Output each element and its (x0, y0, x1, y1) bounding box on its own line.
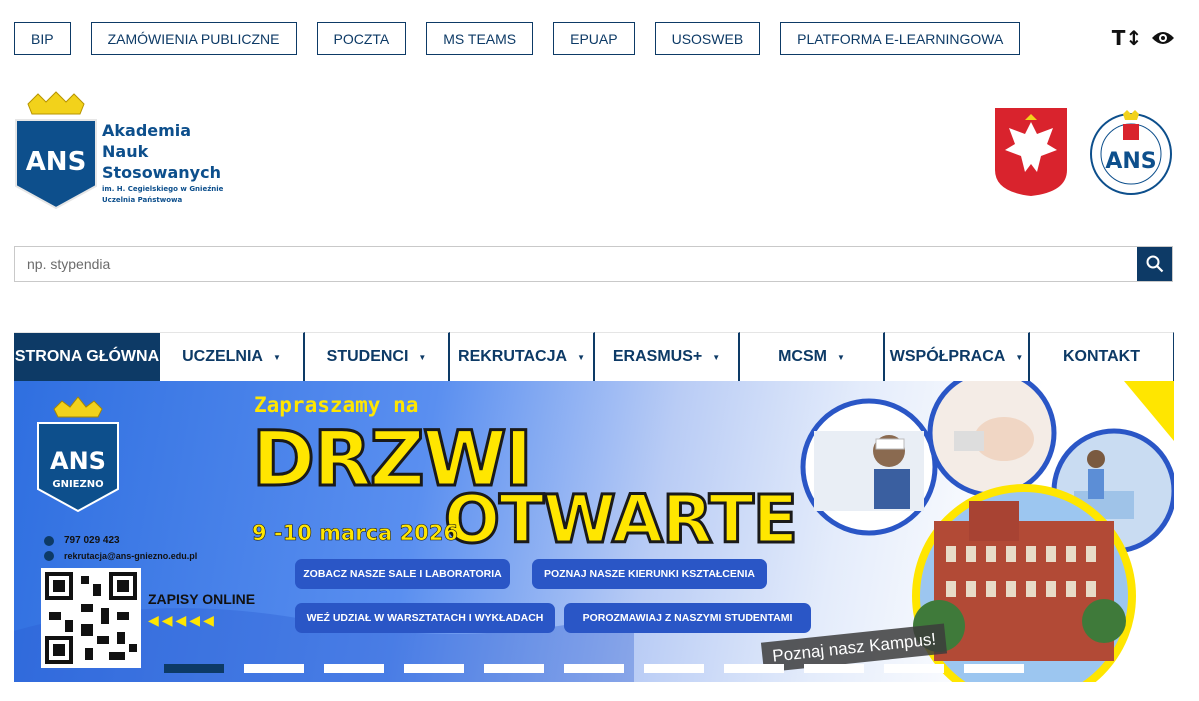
nav-label: WSPÓŁPRACA (889, 348, 1006, 365)
slider-dot[interactable] (404, 664, 464, 673)
search-icon (1146, 255, 1163, 273)
banner-title-otwarte: OTWARTE (442, 481, 799, 558)
caret-down-icon: ▼ (712, 352, 721, 362)
svg-text:ANS: ANS (50, 447, 106, 475)
mail-icon (44, 551, 54, 561)
nav-label: ERASMUS+ (612, 348, 703, 365)
caret-down-icon: ▼ (418, 352, 427, 362)
email-text: rekrutacja@ans-gniezno.edu.pl (64, 551, 198, 561)
pill-studenci[interactable]: POROZMAWIAJ Z NASZYMI STUDENTAMI (564, 603, 811, 633)
slider-dot[interactable] (164, 664, 224, 673)
slider-dot[interactable] (564, 664, 624, 673)
phone-icon (44, 535, 54, 546)
photo-cosmetology-circle (927, 381, 1057, 498)
nav-kontakt[interactable]: KONTAKT (1030, 332, 1174, 381)
logo-sub-1: im. H. Cegielskiego w Gnieźnie (102, 185, 224, 193)
banner-email: rekrutacja@ans-gniezno.edu.pl (44, 551, 197, 561)
eye-icon[interactable] (1151, 26, 1175, 50)
qr-code (41, 568, 141, 668)
caret-down-icon: ▼ (272, 352, 281, 362)
qr-code-icon (41, 568, 141, 668)
banner-zapisy: ZAPISY ONLINE (148, 591, 256, 607)
pill-warsztaty[interactable]: WEŹ UDZIAŁ W WARSZTATACH I WYKŁADACH (295, 603, 555, 633)
slider-dot[interactable] (244, 664, 304, 673)
nav-mcsm[interactable]: MCSM ▼ (740, 332, 885, 381)
phone-text: 797 029 423 (64, 535, 120, 546)
svg-text:ANS: ANS (1105, 149, 1156, 174)
slider-dot[interactable] (884, 664, 944, 673)
caret-down-icon: ▼ (836, 352, 845, 362)
accessibility-tools: T↕ (1112, 26, 1175, 50)
hero-banner[interactable]: ANS GNIEZNO Zapraszamy na DRZWI OTWARTE … (14, 381, 1174, 682)
toplink-epuap[interactable]: EPUAP (553, 22, 635, 55)
caret-down-icon: ▼ (577, 352, 585, 362)
slider-dot[interactable] (484, 664, 544, 673)
logo-line-2: Nauk (102, 142, 149, 161)
banner-phone: 797 029 423 (44, 535, 120, 546)
nav-studenci[interactable]: STUDENCI ▼ (305, 332, 450, 381)
search-input[interactable] (15, 247, 1137, 281)
toplink-zamowienia[interactable]: ZAMÓWIENIA PUBLICZNE (90, 22, 297, 55)
slider-dot[interactable] (644, 664, 704, 673)
nav-strona-glowna[interactable]: STRONA GŁÓWNA (14, 332, 160, 381)
pill-sale-laboratoria[interactable]: ZOBACZ NASZE SALE I LABORATORIA (295, 559, 510, 589)
ans-round-seal-icon: ANS (1090, 110, 1172, 195)
nav-erasmus[interactable]: ERASMUS+ ▼ (595, 332, 740, 381)
svg-text:ANS: ANS (26, 147, 87, 177)
nav-label: UCZELNIA (182, 348, 263, 365)
caret-down-icon: ▼ (1015, 352, 1024, 362)
ans-gniezno-badge-icon: ANS GNIEZNO (37, 396, 119, 513)
top-links-bar: BIP ZAMÓWIENIA PUBLICZNE POCZTA MS TEAMS… (14, 22, 1021, 55)
banner-date: 9 -10 marca 2026 (252, 521, 459, 546)
logo-line-1: Akademia (102, 121, 192, 140)
slider-dot[interactable] (324, 664, 384, 673)
toplink-ms-teams[interactable]: MS TEAMS (426, 22, 534, 55)
polish-eagle-emblem-icon (995, 108, 1067, 196)
toplink-bip[interactable]: BIP (14, 22, 71, 55)
slider-dots (164, 664, 1024, 673)
logo-text: Akademia Nauk Stosowanych im. H. Cegiels… (102, 120, 223, 205)
nav-label: MCSM (778, 348, 827, 365)
text-size-icon[interactable]: T↕ (1112, 26, 1142, 50)
photo-vr-circle (800, 398, 938, 536)
toplink-poczta[interactable]: POCZTA (316, 22, 407, 55)
nav-uczelnia[interactable]: UCZELNIA ▼ (160, 332, 305, 381)
nav-wspolpraca[interactable]: WSPÓŁPRACA ▼ (885, 332, 1030, 381)
nav-label: STRONA GŁÓWNA (14, 348, 160, 365)
nav-rekrutacja[interactable]: REKRUTACJA ▼ (450, 332, 595, 381)
nav-label: REKRUTACJA (458, 348, 568, 365)
toplink-usosweb[interactable]: USOSWEB (654, 22, 761, 55)
nav-label: KONTAKT (1062, 348, 1141, 365)
slider-dot[interactable] (804, 664, 864, 673)
search-bar (14, 246, 1173, 282)
search-button[interactable] (1137, 247, 1172, 281)
slider-dot[interactable] (964, 664, 1024, 673)
toplink-e-learning[interactable]: PLATFORMA E-LEARNINGOWA (780, 22, 1021, 55)
pill-kierunki[interactable]: POZNAJ NASZE KIERUNKI KSZTAŁCENIA (532, 559, 767, 589)
arrows-icon: ◀◀◀◀◀ (148, 612, 217, 628)
emblems: ANS (993, 106, 1175, 198)
university-logo[interactable]: ANS Akademia Nauk Stosowanych im. H. Ceg… (14, 90, 234, 210)
shield-crown-icon: ANS (15, 91, 97, 210)
slider-dot[interactable] (724, 664, 784, 673)
nav-label: STUDENCI (326, 348, 409, 365)
logo-sub-2: Uczelnia Państwowa (102, 196, 183, 204)
logo-line-3: Stosowanych (102, 163, 221, 182)
main-nav: STRONA GŁÓWNA UCZELNIA ▼ STUDENCI ▼ REKRUT… (14, 332, 1174, 381)
svg-text:GNIEZNO: GNIEZNO (52, 479, 103, 490)
